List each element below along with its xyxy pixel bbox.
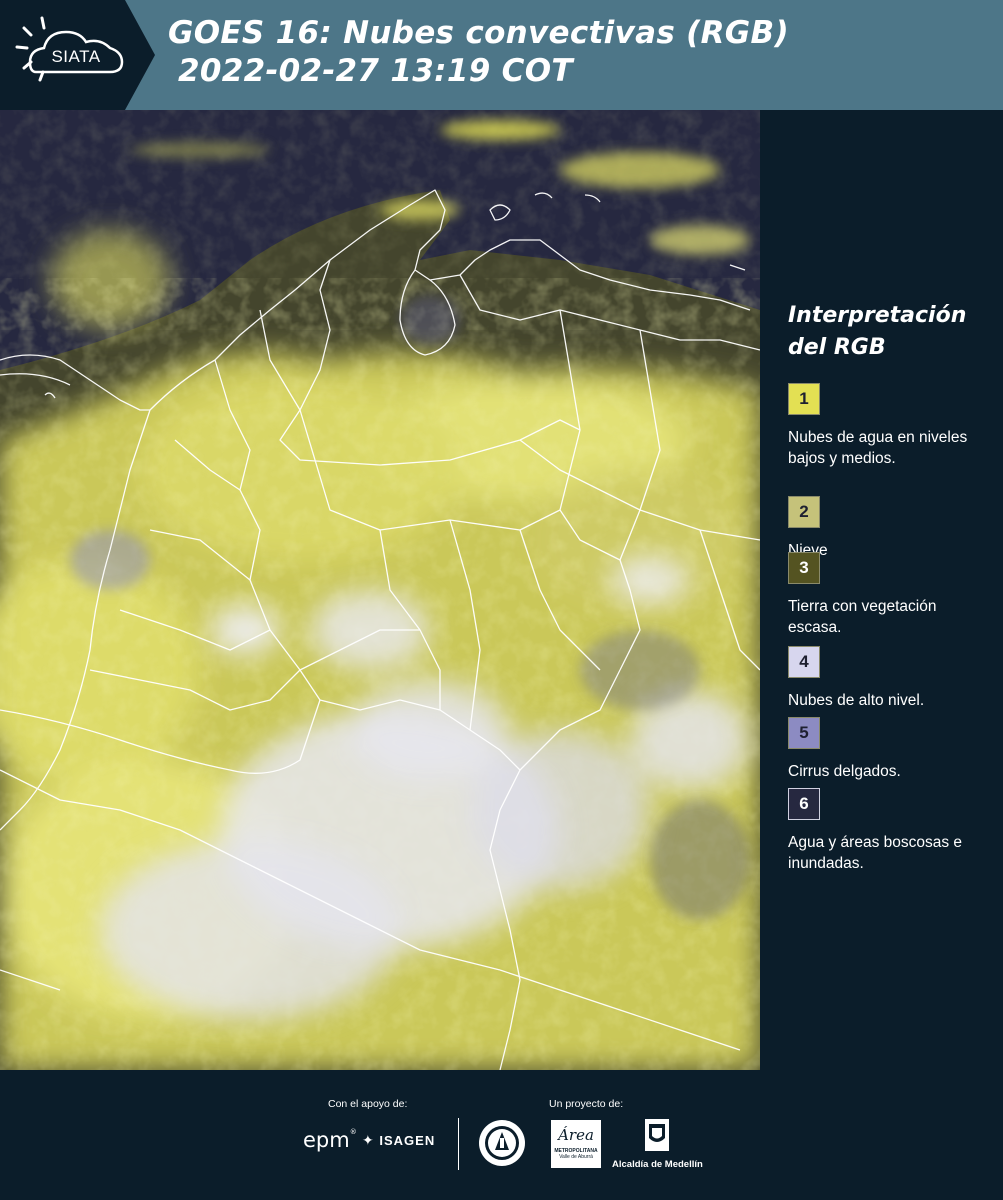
isagen-icon: ✦ (362, 1132, 375, 1148)
area-metropolitana-logo[interactable]: Área METROPOLITANA Valle de Aburrá (551, 1120, 601, 1168)
legend-item-text: Nubes de alto nivel. (788, 692, 925, 709)
legend-item-text: Cirrus delgados. (788, 763, 901, 780)
logo-text: SIATA (51, 47, 100, 66)
footer-divider (458, 1118, 459, 1170)
isagen-text: ISAGEN (379, 1133, 436, 1148)
legend-swatch: 3 (788, 552, 820, 584)
legend-title: Interpretación del RGB (788, 303, 967, 360)
alcaldia-text: Alcaldía de Medellín (612, 1159, 703, 1170)
legend-swatch: 6 (788, 788, 820, 820)
title-line-2: 2022-02-27 13:19 COT (178, 53, 573, 89)
legend-swatch: 5 (788, 717, 820, 749)
satellite-map[interactable] (0, 110, 760, 1070)
title-line-1: GOES 16: Nubes convectivas (RGB) (168, 15, 789, 51)
area-text: Área (558, 1126, 594, 1144)
alcaldia-shield-icon (645, 1119, 669, 1151)
valle-text: Valle de Aburrá (559, 1154, 593, 1160)
legend-swatch: 4 (788, 646, 820, 678)
legend-swatch: 1 (788, 383, 820, 415)
medellin-seal-logo[interactable] (477, 1118, 527, 1173)
isagen-logo[interactable]: ✦ ISAGEN (362, 1132, 435, 1149)
page-title: GOES 16: Nubes convectivas (RGB) 2022-02… (168, 14, 789, 90)
legend-swatch: 2 (788, 496, 820, 528)
legend-item: 3 Tierra con vegetación escasa. (788, 552, 993, 638)
legend-item: 5 Cirrus delgados. (788, 717, 993, 782)
legend-panel: Interpretación del RGB 1 Nubes de agua en… (760, 110, 1003, 1070)
legend-item-text: Nubes de agua en niveles bajos y medios. (788, 429, 968, 467)
support-label: Con el apoyo de: (328, 1098, 408, 1110)
legend-item: 1 Nubes de agua en niveles bajos y medios… (788, 383, 993, 469)
epm-logo[interactable]: epm® (303, 1128, 357, 1152)
legend-item-text: Agua y áreas boscosas e inundadas. (788, 834, 963, 872)
legend-item: 4 Nubes de alto nivel. (788, 646, 993, 711)
alcaldia-logo[interactable]: Alcaldía de Medellín (612, 1118, 703, 1170)
epm-text: epm (303, 1128, 350, 1152)
footer: Con el apoyo de: Un proyecto de: epm® ✦ … (0, 1070, 1003, 1200)
project-label: Un proyecto de: (549, 1098, 624, 1110)
legend-item-text: Tierra con vegetación escasa. (788, 598, 937, 636)
siata-logo[interactable]: SIATA (0, 0, 155, 110)
header-banner: SIATA GOES 16: Nubes convectivas (RGB) 2… (0, 0, 1003, 110)
legend-item: 6 Agua y áreas boscosas e inundadas. (788, 788, 993, 874)
